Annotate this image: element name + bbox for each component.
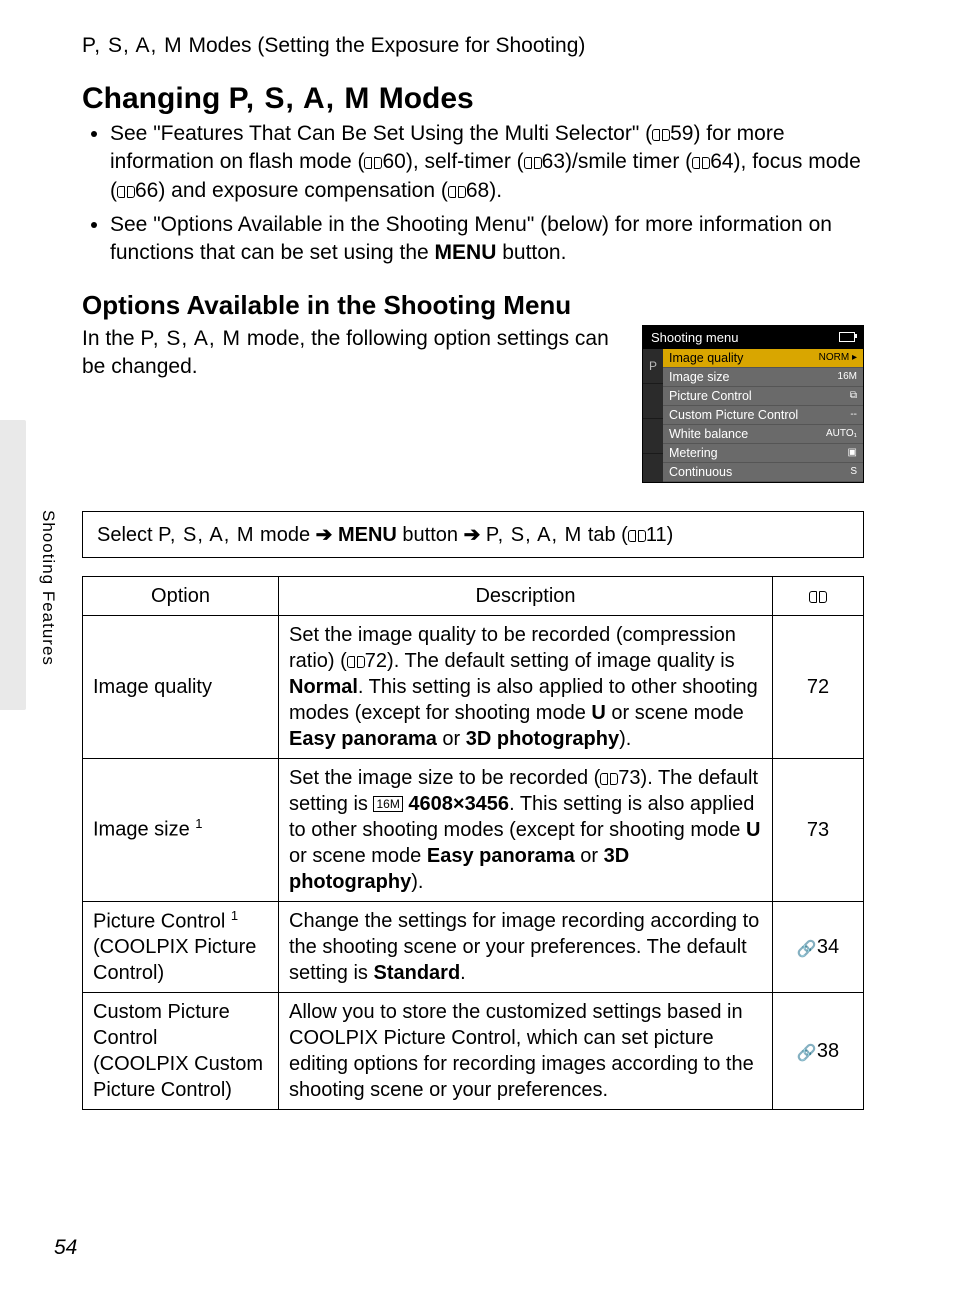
book-icon [448, 186, 466, 199]
chapter-header-modes: P, S, A, M [82, 34, 183, 57]
option-description: Allow you to store the customized settin… [279, 993, 773, 1110]
chapter-header-rest: Modes (Setting the Exposure for Shooting… [183, 34, 586, 57]
mini-screen-row: Image size16M [663, 368, 863, 387]
mini-screen-header: Shooting menu [643, 326, 863, 349]
table-header-option: Option [83, 576, 279, 615]
page-ref: 72 [773, 615, 864, 758]
battery-icon [839, 332, 855, 342]
option-description: Set the image quality to be recorded (co… [279, 615, 773, 758]
mini-screen-row: White balanceAUTO₁ [663, 425, 863, 444]
arrow-icon: ➔ [316, 524, 333, 546]
table-row: Image quality Set the image quality to b… [83, 615, 864, 758]
option-description: Change the settings for image recording … [279, 901, 773, 993]
book-icon [809, 591, 827, 604]
table-header-page [773, 576, 864, 615]
mini-screen-tab [643, 384, 663, 419]
book-icon [600, 773, 618, 786]
page-number: 54 [54, 1236, 77, 1260]
page-ref: 73 [773, 758, 864, 901]
main-title: Changing P, S, A, M Modes [82, 82, 864, 116]
instruction-box: Select P, S, A, M mode ➔ MENU button ➔ P… [82, 511, 864, 558]
option-name: Custom Picture Control (COOLPIX Custom P… [83, 993, 279, 1110]
side-tab-label: Shooting Features [38, 510, 58, 666]
book-icon [628, 530, 646, 543]
option-name: Picture Control 1 (COOLPIX Picture Contr… [83, 901, 279, 993]
bullet-item: See "Options Available in the Shooting M… [110, 211, 864, 268]
bullet-list: See "Features That Can Be Set Using the … [82, 120, 864, 268]
bullet-item: See "Features That Can Be Set Using the … [110, 120, 864, 205]
mini-screen-row: Metering▣ [663, 444, 863, 463]
option-description: Set the image size to be recorded (73). … [279, 758, 773, 901]
side-tab-background [0, 420, 26, 710]
book-icon [524, 157, 542, 170]
main-title-prefix: Changing [82, 82, 229, 115]
book-icon [692, 157, 710, 170]
section-heading: Options Available in the Shooting Menu [82, 290, 864, 321]
book-icon [347, 656, 365, 669]
mini-screen-list: Image qualityNORM ▸ Image size16M Pictur… [663, 349, 863, 482]
menu-word: MENU [338, 524, 397, 546]
table-row: Custom Picture Control (COOLPIX Custom P… [83, 993, 864, 1110]
table-row: Picture Control 1 (COOLPIX Picture Contr… [83, 901, 864, 993]
menu-word: MENU [435, 241, 497, 264]
mini-screen-tab: P [643, 349, 663, 384]
book-icon [364, 157, 382, 170]
mini-screen-tabs: P [643, 349, 663, 482]
mini-screen-tab [643, 419, 663, 454]
option-name: Image quality [83, 615, 279, 758]
mini-screen-row: Image qualityNORM ▸ [663, 349, 863, 368]
arrow-icon: ➔ [464, 524, 481, 546]
reference-icon: 🔗 [797, 940, 817, 961]
table-row: Image size 1 Set the image size to be re… [83, 758, 864, 901]
chapter-header: P, S, A, M Modes (Setting the Exposure f… [82, 34, 864, 58]
options-table: Option Description Image quality Set the… [82, 576, 864, 1111]
mini-screen-row: Custom Picture Control-- [663, 406, 863, 425]
page-ref: 🔗38 [773, 993, 864, 1110]
mini-screen-row: Picture Control⧉ [663, 387, 863, 406]
page-ref: 🔗34 [773, 901, 864, 993]
size-icon: 16M [373, 796, 402, 812]
intro-text: In the P, S, A, M mode, the following op… [82, 325, 622, 483]
mini-screen-row: ContinuousS [663, 463, 863, 482]
main-title-modes: P, S, A, M [229, 82, 371, 115]
reference-icon: 🔗 [797, 1044, 817, 1065]
book-icon [117, 186, 135, 199]
shooting-menu-screenshot: Shooting menu P Image qualityNORM ▸ Imag… [642, 325, 864, 483]
book-icon [652, 129, 670, 142]
main-title-suffix: Modes [370, 82, 473, 115]
option-name: Image size 1 [83, 758, 279, 901]
table-header-description: Description [279, 576, 773, 615]
